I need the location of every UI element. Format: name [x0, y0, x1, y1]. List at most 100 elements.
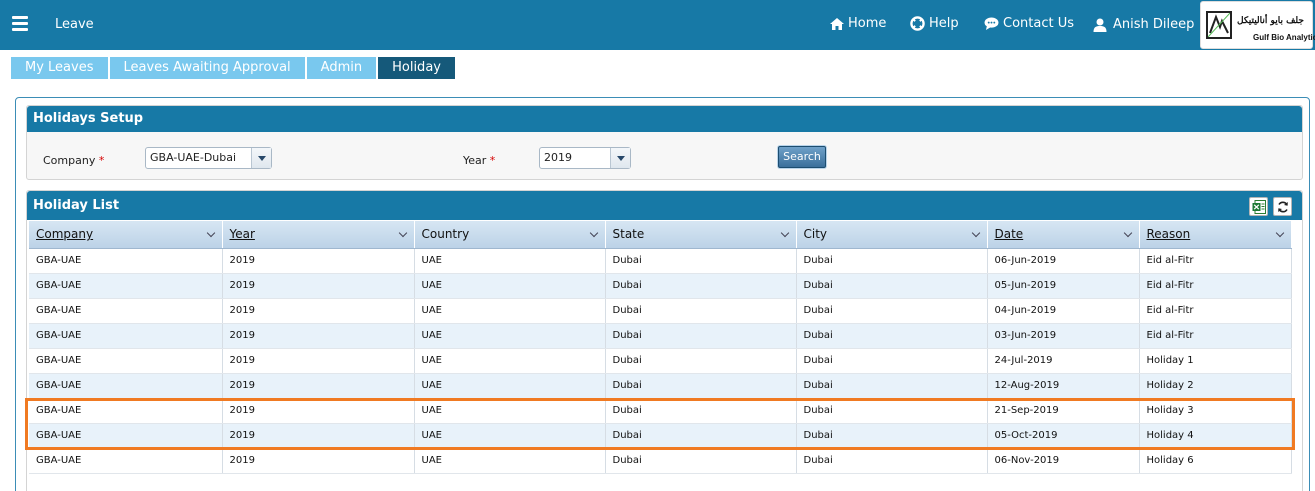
holiday-list-panel: Holiday List Company Year Country State … — [26, 190, 1303, 491]
refresh-button[interactable] — [1273, 197, 1292, 216]
cell-date: 05-Oct-2019 — [987, 423, 1140, 449]
cell-reason: Holiday 3 — [1139, 398, 1292, 424]
column-header-label: Date — [994, 227, 1024, 242]
cell-country: UAE — [414, 423, 606, 449]
table-row[interactable]: GBA-UAE 2019 UAE Dubai Dubai 12-Aug-2019 Holid… — [29, 373, 1292, 399]
user-name: Anish Dileep — [1113, 17, 1195, 32]
chevron-down-icon[interactable] — [589, 228, 598, 238]
year-select-value: 2019 — [544, 151, 572, 164]
year-label-text: Year — [463, 154, 487, 167]
app-title: Leave — [55, 17, 94, 32]
cell-city: Dubai — [796, 248, 988, 274]
cell-company: GBA-UAE — [29, 423, 223, 449]
chevron-down-icon[interactable] — [780, 228, 789, 238]
lifebuoy-icon — [910, 16, 925, 31]
module-tabs: My Leaves Leaves Awaiting Approval Admin… — [11, 57, 455, 79]
table-row[interactable]: GBA-UAE 2019 UAE Dubai Dubai 06-Nov-2019 Holid… — [29, 448, 1292, 474]
refresh-icon — [1278, 201, 1288, 213]
excel-export-icon — [1252, 200, 1266, 214]
nav-help-label: Help — [929, 16, 959, 31]
year-select[interactable]: 2019 — [539, 147, 631, 169]
cell-company: GBA-UAE — [29, 398, 223, 424]
cell-year: 2019 — [222, 398, 415, 424]
cell-company: GBA-UAE — [29, 373, 223, 399]
cell-reason: Holiday 6 — [1139, 448, 1292, 474]
cell-date: 05-Jun-2019 — [987, 273, 1140, 299]
cell-country: UAE — [414, 273, 606, 299]
nav-contact-us-label: Contact Us — [1003, 16, 1074, 31]
chevron-down-icon[interactable] — [610, 148, 630, 168]
nav-home-label: Home — [848, 16, 887, 31]
nav-help[interactable]: Help — [910, 16, 959, 31]
column-header-reason[interactable]: Reason — [1139, 221, 1292, 249]
chevron-down-icon[interactable] — [398, 228, 407, 238]
cell-city: Dubai — [796, 323, 988, 349]
cell-country: UAE — [414, 248, 606, 274]
column-header-state[interactable]: State — [605, 221, 797, 249]
search-button[interactable]: Search — [778, 146, 826, 168]
user-icon — [1093, 18, 1107, 32]
cell-reason: Eid al-Fitr — [1139, 248, 1292, 274]
column-header-country[interactable]: Country — [414, 221, 606, 249]
column-header-city[interactable]: City — [796, 221, 988, 249]
chevron-down-icon[interactable] — [1123, 228, 1132, 238]
company-logo: جلف بايو أناليتيكل Gulf Bio Analytical — [1200, 1, 1315, 49]
cell-country: UAE — [414, 323, 606, 349]
column-header-label: Country — [421, 227, 470, 242]
cell-state: Dubai — [605, 298, 797, 324]
tab-admin[interactable]: Admin — [306, 57, 377, 79]
export-excel-button[interactable] — [1249, 197, 1268, 216]
table-header-row: Company Year Country State City Date Rea… — [29, 221, 1292, 249]
cell-company: GBA-UAE — [29, 248, 223, 274]
cell-state: Dubai — [605, 398, 797, 424]
cell-state: Dubai — [605, 248, 797, 274]
company-select[interactable]: GBA-UAE-Dubai — [145, 147, 272, 169]
table-row[interactable]: GBA-UAE 2019 UAE Dubai Dubai 05-Oct-2019 Holid… — [29, 423, 1292, 449]
year-label: Year * — [463, 154, 495, 167]
cell-company: GBA-UAE — [29, 298, 223, 324]
hamburger-menu-icon[interactable] — [12, 16, 28, 32]
cell-country: UAE — [414, 373, 606, 399]
cell-state: Dubai — [605, 448, 797, 474]
cell-company: GBA-UAE — [29, 348, 223, 374]
tab-holiday[interactable]: Holiday — [378, 57, 455, 79]
chevron-down-icon[interactable] — [1275, 228, 1284, 238]
cell-city: Dubai — [796, 373, 988, 399]
nav-home[interactable]: Home — [830, 16, 886, 31]
table-row[interactable]: GBA-UAE 2019 UAE Dubai Dubai 21-Sep-2019 Holid… — [29, 398, 1292, 424]
nav-user[interactable]: Anish Dileep — [1093, 17, 1194, 32]
cell-company: GBA-UAE — [29, 448, 223, 474]
table-row[interactable]: GBA-UAE 2019 UAE Dubai Dubai 06-Jun-2019 Eid a… — [29, 248, 1292, 274]
column-header-label: City — [803, 227, 828, 242]
table-row[interactable]: GBA-UAE 2019 UAE Dubai Dubai 04-Jun-2019 Eid a… — [29, 298, 1292, 324]
cell-year: 2019 — [222, 273, 415, 299]
cell-reason: Eid al-Fitr — [1139, 323, 1292, 349]
cell-reason: Holiday 2 — [1139, 373, 1292, 399]
top-header: Leave Home Help Contact Us Anish Dileep … — [0, 0, 1315, 50]
column-header-company[interactable]: Company — [29, 221, 223, 249]
nav-contact-us[interactable]: Contact Us — [984, 16, 1074, 31]
cell-date: 06-Jun-2019 — [987, 248, 1140, 274]
column-header-label: Year — [229, 227, 255, 242]
column-header-date[interactable]: Date — [987, 221, 1140, 249]
table-row[interactable]: GBA-UAE 2019 UAE Dubai Dubai 03-Jun-2019 Eid a… — [29, 323, 1292, 349]
cell-year: 2019 — [222, 423, 415, 449]
column-header-label: Reason — [1146, 227, 1191, 242]
chat-icon — [984, 17, 999, 30]
cell-company: GBA-UAE — [29, 273, 223, 299]
tab-leaves-awaiting-approval[interactable]: Leaves Awaiting Approval — [109, 57, 305, 79]
company-select-value: GBA-UAE-Dubai — [150, 151, 237, 164]
chevron-down-icon[interactable] — [206, 228, 215, 238]
required-mark: * — [98, 154, 105, 167]
tab-my-leaves[interactable]: My Leaves — [11, 57, 108, 79]
cell-city: Dubai — [796, 298, 988, 324]
cell-reason: Eid al-Fitr — [1139, 273, 1292, 299]
holidays-setup-panel: Holidays Setup Company * GBA-UAE-Dubai Y… — [26, 105, 1303, 180]
chevron-down-icon[interactable] — [971, 228, 980, 238]
column-header-year[interactable]: Year — [222, 221, 415, 249]
table-row[interactable]: GBA-UAE 2019 UAE Dubai Dubai 24-Jul-2019 Holid… — [29, 348, 1292, 374]
cell-date: 06-Nov-2019 — [987, 448, 1140, 474]
chevron-down-icon[interactable] — [251, 148, 271, 168]
table-row[interactable]: GBA-UAE 2019 UAE Dubai Dubai 05-Jun-2019 Eid a… — [29, 273, 1292, 299]
cell-year: 2019 — [222, 298, 415, 324]
